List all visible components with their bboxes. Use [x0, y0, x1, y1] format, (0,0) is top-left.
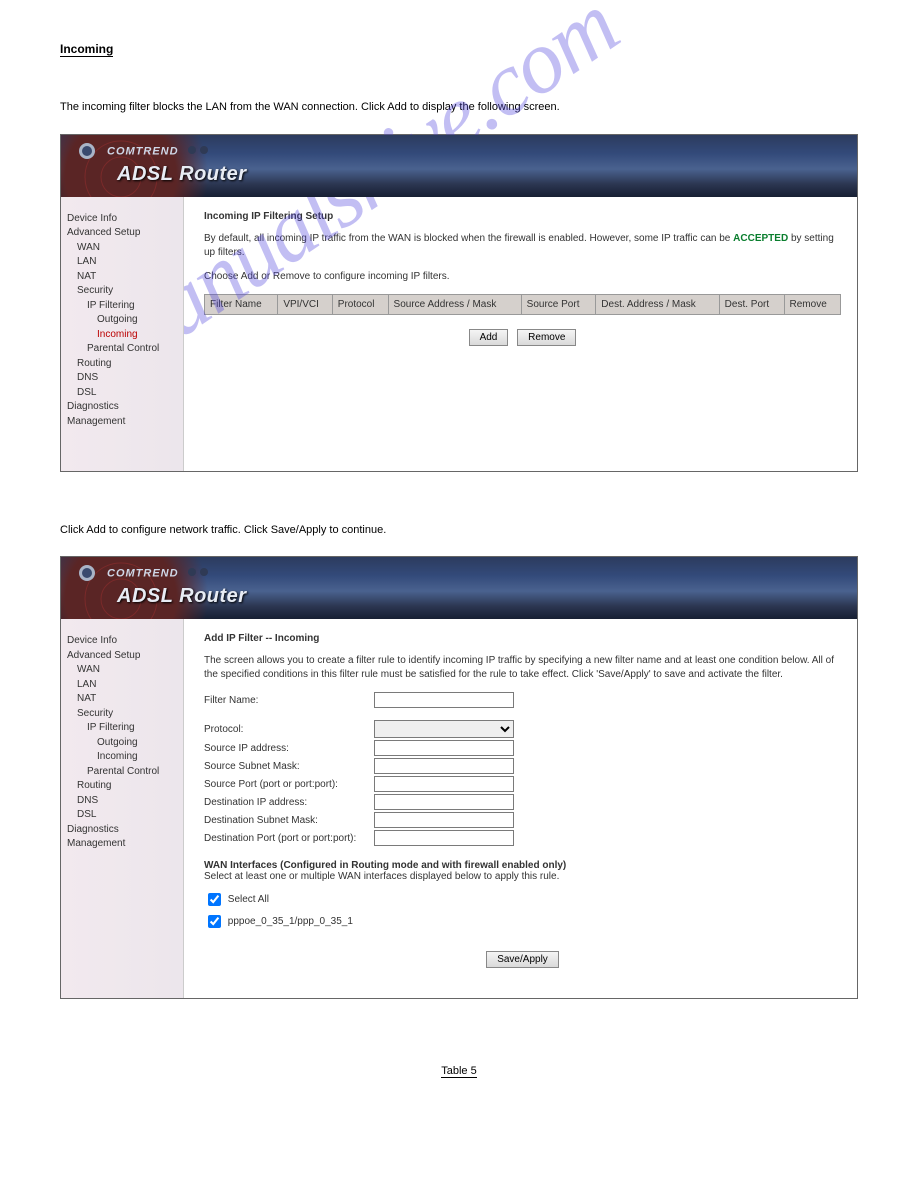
sidebar-item-dns[interactable]: DNS: [77, 794, 177, 809]
sidebar-item-dns[interactable]: DNS: [77, 371, 177, 386]
sidebar-item-nat[interactable]: NAT: [77, 692, 177, 707]
protocol-label: Protocol:: [204, 724, 374, 735]
sidebar-item-routing[interactable]: Routing: [77, 357, 177, 372]
sidebar-item-dsl[interactable]: DSL: [77, 386, 177, 401]
iface-label: pppoe_0_35_1/ppp_0_35_1: [228, 916, 353, 927]
column-header: VPI/VCI: [278, 294, 332, 314]
src-ip-input[interactable]: [374, 740, 514, 756]
router-header: COMTREND ADSL Router: [61, 557, 857, 619]
src-port-label: Source Port (port or port:port):: [204, 779, 374, 790]
section-heading: Incoming: [60, 42, 113, 57]
sidebar-item-outgoing[interactable]: Outgoing: [97, 736, 177, 751]
sidebar-item-parental-control[interactable]: Parental Control: [87, 765, 177, 780]
sidebar-item-ip-filtering[interactable]: IP Filtering: [87, 721, 177, 736]
brand-label: COMTREND: [107, 145, 211, 158]
src-mask-input[interactable]: [374, 758, 514, 774]
sidebar-item-management[interactable]: Management: [67, 837, 177, 852]
dst-port-input[interactable]: [374, 830, 514, 846]
sidebar-item-wan[interactable]: WAN: [77, 241, 177, 256]
desc-text-2: Choose Add or Remove to configure incomi…: [204, 270, 841, 284]
main-panel: Incoming IP Filtering Setup By default, …: [184, 197, 857, 471]
after-text: Click Add to configure network traffic. …: [60, 522, 858, 539]
main-panel: Add IP Filter -- Incoming The screen all…: [184, 619, 857, 998]
sidebar-item-incoming[interactable]: Incoming: [97, 750, 177, 765]
wan-sub: Select at least one or multiple WAN inte…: [204, 871, 841, 882]
accepted-label: ACCEPTED: [733, 233, 788, 244]
sidebar-item-routing[interactable]: Routing: [77, 779, 177, 794]
column-header: Source Port: [521, 294, 596, 314]
sidebar-item-lan[interactable]: LAN: [77, 678, 177, 693]
sidebar: Device InfoAdvanced SetupWANLANNATSecuri…: [61, 197, 184, 471]
column-header: Filter Name: [205, 294, 278, 314]
sidebar-item-device-info[interactable]: Device Info: [67, 212, 177, 227]
column-header: Protocol: [332, 294, 388, 314]
product-label: ADSL Router: [117, 163, 247, 186]
page-title: Add IP Filter -- Incoming: [204, 633, 841, 644]
column-header: Dest. Port: [719, 294, 784, 314]
sidebar-item-diagnostics[interactable]: Diagnostics: [67, 823, 177, 838]
sidebar-item-advanced-setup[interactable]: Advanced Setup: [67, 649, 177, 664]
dst-port-label: Destination Port (port or port:port):: [204, 833, 374, 844]
dst-ip-label: Destination IP address:: [204, 797, 374, 808]
remove-button[interactable]: Remove: [517, 329, 576, 346]
brand-label: COMTREND: [107, 567, 211, 580]
sidebar-item-nat[interactable]: NAT: [77, 270, 177, 285]
sidebar-item-security[interactable]: Security: [77, 284, 177, 299]
sidebar-item-parental-control[interactable]: Parental Control: [87, 342, 177, 357]
filter-table: Filter NameVPI/VCIProtocolSource Address…: [204, 294, 841, 315]
router-window-add-filter: COMTREND ADSL Router Device InfoAdvanced…: [60, 556, 858, 999]
save-apply-button[interactable]: Save/Apply: [486, 951, 559, 968]
iface-checkbox[interactable]: [208, 915, 221, 928]
filter-name-input[interactable]: [374, 692, 514, 708]
sidebar: Device InfoAdvanced SetupWANLANNATSecuri…: [61, 619, 184, 998]
page-title: Incoming IP Filtering Setup: [204, 211, 841, 222]
sidebar-item-outgoing[interactable]: Outgoing: [97, 313, 177, 328]
src-port-input[interactable]: [374, 776, 514, 792]
filter-name-label: Filter Name:: [204, 695, 374, 706]
dst-mask-input[interactable]: [374, 812, 514, 828]
wan-heading: WAN Interfaces (Configured in Routing mo…: [204, 860, 841, 871]
add-button[interactable]: Add: [469, 329, 509, 346]
column-header: Remove: [784, 294, 840, 314]
sidebar-item-security[interactable]: Security: [77, 707, 177, 722]
sidebar-item-advanced-setup[interactable]: Advanced Setup: [67, 226, 177, 241]
src-ip-label: Source IP address:: [204, 743, 374, 754]
table-reference: Table 5: [441, 1065, 476, 1078]
src-mask-label: Source Subnet Mask:: [204, 761, 374, 772]
column-header: Source Address / Mask: [388, 294, 521, 314]
sidebar-item-lan[interactable]: LAN: [77, 255, 177, 270]
protocol-select[interactable]: [374, 720, 514, 738]
sidebar-item-wan[interactable]: WAN: [77, 663, 177, 678]
dst-ip-input[interactable]: [374, 794, 514, 810]
sidebar-item-device-info[interactable]: Device Info: [67, 634, 177, 649]
sidebar-item-management[interactable]: Management: [67, 415, 177, 430]
select-all-label: Select All: [228, 894, 269, 905]
sidebar-item-ip-filtering[interactable]: IP Filtering: [87, 299, 177, 314]
section-intro: The incoming filter blocks the LAN from …: [60, 99, 858, 116]
product-label: ADSL Router: [117, 585, 247, 608]
sidebar-item-dsl[interactable]: DSL: [77, 808, 177, 823]
sidebar-item-diagnostics[interactable]: Diagnostics: [67, 400, 177, 415]
router-header: COMTREND ADSL Router: [61, 135, 857, 197]
desc-text: The screen allows you to create a filter…: [204, 654, 841, 682]
column-header: Dest. Address / Mask: [596, 294, 719, 314]
select-all-checkbox[interactable]: [208, 893, 221, 906]
dst-mask-label: Destination Subnet Mask:: [204, 815, 374, 826]
sidebar-item-incoming[interactable]: Incoming: [97, 328, 177, 343]
desc-text: By default, all incoming IP traffic from…: [204, 232, 841, 260]
router-window-incoming-list: COMTREND ADSL Router Device InfoAdvanced…: [60, 134, 858, 472]
